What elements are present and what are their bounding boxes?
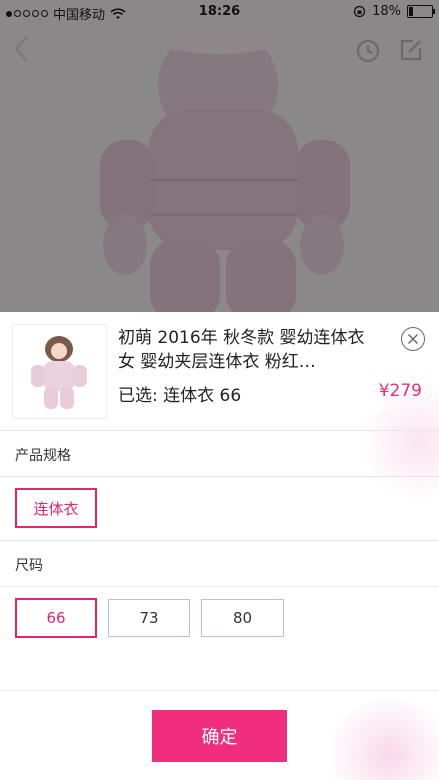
spec-option-onesie[interactable]: 连体衣 [15, 488, 97, 528]
battery-icon [407, 5, 435, 18]
sku-selector-sheet: 初萌 2016年 秋冬款 婴幼连体衣 女 婴幼夹层连体衣 粉红… 已选: 连体衣… [0, 312, 439, 780]
decorative-glow [319, 700, 439, 780]
close-icon[interactable] [401, 327, 425, 351]
divider [0, 430, 439, 431]
divider [0, 586, 439, 587]
edit-share-icon[interactable] [399, 38, 423, 66]
divider [0, 540, 439, 541]
spec-section-label: 产品规格 [15, 448, 71, 464]
size-option-73[interactable]: 73 [108, 599, 190, 637]
selected-value: 连体衣 66 [163, 386, 242, 406]
divider [0, 476, 439, 477]
size-option-80[interactable]: 80 [201, 599, 284, 637]
orientation-lock-icon [353, 5, 366, 18]
product-thumbnail [12, 324, 107, 419]
confirm-button[interactable]: 确定 [152, 710, 287, 762]
product-price: ¥279 [378, 381, 422, 401]
clock-icon[interactable] [355, 38, 381, 68]
product-title: 初萌 2016年 秋冬款 婴幼连体衣 女 婴幼夹层连体衣 粉红… [118, 328, 365, 372]
divider [0, 690, 439, 691]
battery-level [409, 7, 413, 16]
battery-percent: 18% [372, 4, 401, 19]
size-option-66[interactable]: 66 [15, 598, 97, 638]
status-right: 18% [353, 4, 435, 19]
selected-prefix: 已选: [118, 386, 158, 406]
size-section-label: 尺码 [15, 558, 43, 574]
selected-summary: 已选: 连体衣 66 [118, 381, 241, 406]
status-bar: 中国移动 18:26 18% [0, 0, 439, 26]
back-chevron-icon[interactable] [12, 34, 30, 70]
